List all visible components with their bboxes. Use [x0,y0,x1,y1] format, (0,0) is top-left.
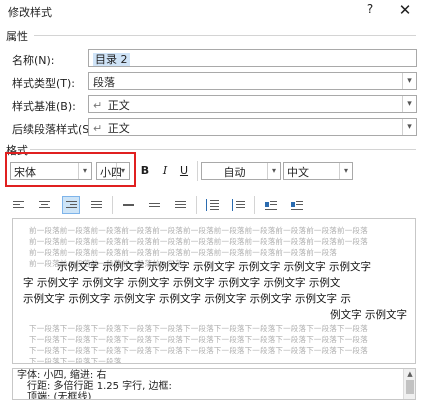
ghost-line: 前一段落前一段落前一段落前一段落前一段落前一段落前一段落前一段落前一段落前一段落… [29,226,368,235]
properties-heading: 属性 [6,30,28,43]
based-on-value: 正文 [107,99,130,112]
ghost-line: 下一段落下一段落下一段落 [29,357,122,364]
font-color-select[interactable]: 自动 ▾ [201,162,281,180]
line-spacing-onehalf-icon[interactable] [146,196,164,214]
underline-button[interactable]: U [177,163,191,179]
chevron-down-icon[interactable]: ▾ [339,163,352,179]
font-select[interactable]: 宋体 ▾ [10,162,92,180]
style-description: 字体: 小四, 缩进: 右 行距: 多倍行距 1.25 字行, 边框: 顶端: … [12,368,416,400]
name-value: 目录 2 [93,53,130,66]
justify-icon[interactable] [88,196,106,214]
chevron-down-icon[interactable]: ▾ [116,163,129,179]
scroll-thumb[interactable] [406,380,414,394]
style-preview: 前一段落前一段落前一段落前一段落前一段落前一段落前一段落前一段落前一段落前一段落… [12,218,416,364]
font-size-select[interactable]: 小四 ▾ [96,162,130,180]
ghost-line: 下一段落下一段落下一段落下一段落下一段落下一段落下一段落下一段落下一段落下一段落… [29,335,368,344]
script-value: 中文 [287,166,309,179]
font-value: 宋体 [14,166,36,179]
toolbar-separator [196,196,197,214]
toolbar-separator [197,161,198,181]
close-button[interactable]: ✕ [394,1,416,21]
font-color-value: 自动 [223,166,246,179]
script-select[interactable]: 中文 ▾ [283,162,353,180]
description-line: 顶端: (无框线) [27,392,92,400]
based-on-select[interactable]: ↵ 正文 ▾ [88,95,417,113]
ghost-line: 前一段落前一段落前一段落前一段落前一段落前一段落前一段落前一段落前一段落前一段落 [29,248,337,257]
next-style-value: 正文 [107,122,130,135]
space-before-increase-icon[interactable] [204,196,222,214]
space-before-decrease-icon[interactable] [230,196,248,214]
description-scrollbar[interactable]: ▲ [403,369,415,399]
description-line: 行距: 多倍行距 1.25 字行, 边框: [27,381,172,392]
sample-line: 示例文字 示例文字 示例文字 示例文字 示例文字 示例文字 示例文字 [57,261,372,273]
toolbar-separator [254,196,255,214]
name-input[interactable]: 目录 2 [88,49,417,67]
based-on-label: 样式基准(B): [12,100,76,113]
chevron-down-icon[interactable]: ▾ [402,119,416,135]
ghost-line: 前一段落前一段落前一段落前一段落前一段落前一段落前一段落前一段落前一段落前一段落… [29,237,368,246]
bold-button[interactable]: B [138,163,152,179]
chevron-down-icon[interactable]: ▾ [78,163,91,179]
sample-text: 示例文字 示例文字 示例文字 示例文字 示例文字 示例文字 示例文字 字 示例文… [23,259,407,323]
format-divider [30,149,416,150]
title-bar: 修改样式 ? ✕ [0,0,422,22]
paragraph-mark-icon: ↵ [93,99,103,112]
italic-button[interactable]: I [158,163,172,179]
name-label: 名称(N): [12,54,55,67]
style-type-select[interactable]: 段落 ▾ [88,72,417,90]
style-type-label: 样式类型(T): [12,77,76,90]
ghost-line: 下一段落下一段落下一段落下一段落下一段落下一段落下一段落下一段落下一段落下一段落… [29,346,368,355]
scroll-up-icon[interactable]: ▲ [404,369,415,379]
toolbar-separator [112,196,113,214]
increase-indent-icon[interactable] [288,196,306,214]
next-style-label: 后续段落样式(S): [12,123,98,136]
align-center-icon[interactable] [36,196,54,214]
chevron-down-icon[interactable]: ▾ [402,73,416,89]
line-spacing-double-icon[interactable] [172,196,190,214]
style-type-value: 段落 [93,76,115,89]
align-right-icon[interactable] [62,196,80,214]
description-line: 字体: 小四, 缩进: 右 [17,370,107,381]
sample-line: 例文字 示例文字 [330,309,407,321]
dialog-title: 修改样式 [8,6,52,19]
properties-divider [34,35,416,36]
next-paragraph-text: 下一段落下一段落下一段落下一段落下一段落下一段落下一段落下一段落下一段落下一段落… [13,323,415,364]
help-button[interactable]: ? [360,2,380,20]
line-spacing-single-icon[interactable] [120,196,138,214]
sample-line: 示例文字 示例文字 示例文字 示例文字 示例文字 示例文字 示例文字 示 [23,293,351,305]
decrease-indent-icon[interactable] [262,196,280,214]
chevron-down-icon[interactable]: ▾ [402,96,416,112]
sample-line: 字 示例文字 示例文字 示例文字 示例文字 示例文字 示例文字 示例文 [23,277,341,289]
ghost-line: 下一段落下一段落下一段落下一段落下一段落下一段落下一段落下一段落下一段落下一段落… [29,324,368,333]
paragraph-mark-icon: ↵ [93,122,103,135]
next-style-select[interactable]: ↵ 正文 ▾ [88,118,417,136]
align-left-icon[interactable] [10,196,28,214]
chevron-down-icon[interactable]: ▾ [267,163,280,179]
